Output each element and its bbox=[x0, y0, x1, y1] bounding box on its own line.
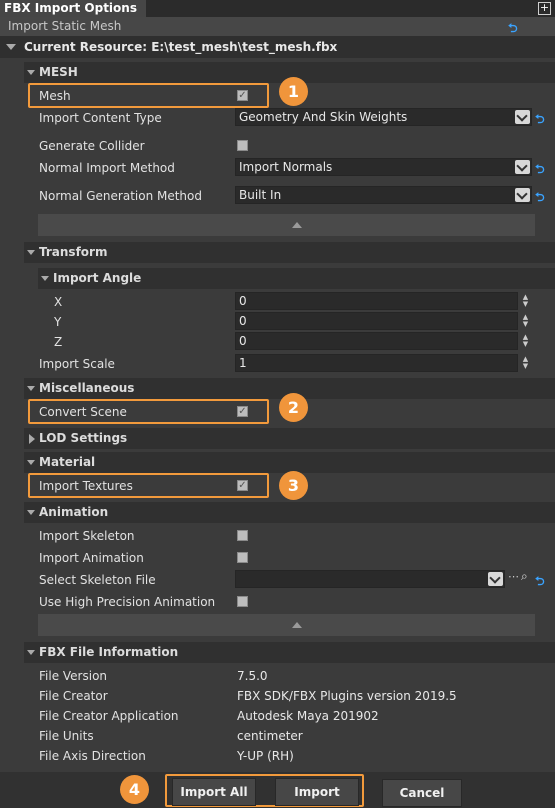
collapse-triangle-icon bbox=[6, 44, 16, 50]
section-mesh-label: MESH bbox=[39, 65, 78, 79]
chevron-down-icon bbox=[515, 188, 530, 202]
reset-arrow-icon[interactable]: ⮌ bbox=[535, 572, 545, 593]
z-spinner-icon[interactable]: ▲ ▼ bbox=[521, 334, 530, 348]
section-animation-label: Animation bbox=[39, 505, 109, 519]
file-axis-direction-label: File Axis Direction bbox=[39, 749, 146, 763]
normal-import-method-value: Import Normals bbox=[239, 160, 333, 174]
import-skeleton-checkbox[interactable] bbox=[237, 530, 248, 541]
file-units-value: centimeter bbox=[237, 729, 303, 743]
import-scale-label: Import Scale bbox=[39, 357, 115, 371]
import-scale-spinner-icon[interactable]: ▲ ▼ bbox=[521, 356, 530, 370]
chevron-down-icon bbox=[515, 110, 530, 124]
normal-import-method-dropdown[interactable]: Import Normals bbox=[235, 158, 532, 176]
section-fbx-file-information[interactable]: FBX File Information bbox=[24, 642, 555, 663]
generate-collider-checkbox[interactable] bbox=[237, 140, 248, 151]
pin-icon[interactable]: + bbox=[538, 2, 551, 15]
normal-generation-method-value: Built In bbox=[239, 188, 282, 202]
mesh-checkbox[interactable] bbox=[237, 90, 248, 101]
y-label: Y bbox=[54, 315, 62, 329]
x-label: X bbox=[54, 295, 63, 309]
subtitle: Import Static Mesh bbox=[0, 17, 555, 36]
left-gutter bbox=[0, 58, 24, 772]
section-transform[interactable]: Transform bbox=[24, 242, 555, 263]
collapse-triangle-icon bbox=[27, 510, 35, 515]
y-spinner-icon[interactable]: ▲ ▼ bbox=[521, 314, 530, 328]
section-material[interactable]: Material bbox=[24, 452, 555, 473]
generate-collider-label: Generate Collider bbox=[39, 139, 145, 153]
normal-import-method-label: Normal Import Method bbox=[39, 161, 175, 175]
collapse-triangle-icon bbox=[27, 650, 35, 655]
select-skeleton-file-label: Select Skeleton File bbox=[39, 573, 156, 587]
convert-scene-checkbox[interactable] bbox=[237, 406, 248, 417]
import-content-type-dropdown[interactable]: Geometry And Skin Weights bbox=[235, 108, 532, 126]
import-skeleton-label: Import Skeleton bbox=[39, 529, 135, 543]
section-fbx-info-label: FBX File Information bbox=[39, 645, 179, 659]
import-textures-checkbox[interactable] bbox=[237, 480, 248, 491]
z-input[interactable]: 0 bbox=[235, 332, 518, 350]
cancel-button[interactable]: Cancel bbox=[382, 779, 462, 807]
badge-2: 2 bbox=[279, 393, 308, 422]
file-version-value: 7.5.0 bbox=[237, 669, 268, 683]
current-resource-label: Current Resource: E:\test_mesh\test_mesh… bbox=[24, 40, 338, 54]
section-transform-label: Transform bbox=[39, 245, 108, 259]
collapse-triangle-icon bbox=[27, 386, 35, 391]
badge-3: 3 bbox=[279, 471, 308, 500]
import-animation-checkbox[interactable] bbox=[237, 552, 248, 563]
section-animation[interactable]: Animation bbox=[24, 502, 555, 523]
z-label: Z bbox=[54, 335, 63, 349]
select-skeleton-file-dropdown[interactable] bbox=[235, 570, 505, 588]
window-title-tab[interactable]: FBX Import Options bbox=[0, 0, 146, 17]
high-precision-animation-label: Use High Precision Animation bbox=[39, 595, 216, 609]
collapse-triangle-icon bbox=[27, 460, 35, 465]
chevron-down-icon bbox=[488, 572, 503, 586]
file-version-label: File Version bbox=[39, 669, 108, 683]
badge-4: 4 bbox=[120, 775, 149, 804]
file-creator-label: File Creator bbox=[39, 689, 108, 703]
x-input[interactable]: 0 bbox=[235, 292, 518, 310]
file-creator-application-label: File Creator Application bbox=[39, 709, 179, 723]
mesh-collapse-bar[interactable] bbox=[38, 214, 535, 236]
collapse-triangle-icon bbox=[41, 276, 49, 281]
import-all-button[interactable]: Import All bbox=[172, 778, 256, 806]
section-lod-label: LOD Settings bbox=[39, 431, 128, 445]
import-button[interactable]: Import bbox=[275, 778, 359, 806]
mesh-label: Mesh bbox=[39, 89, 71, 103]
x-spinner-icon[interactable]: ▲ ▼ bbox=[521, 294, 530, 308]
y-input[interactable]: 0 bbox=[235, 312, 518, 330]
section-import-angle-label: Import Angle bbox=[53, 271, 142, 285]
section-lod-settings[interactable]: LOD Settings bbox=[24, 428, 555, 449]
badge-1: 1 bbox=[279, 77, 308, 106]
import-scale-input[interactable]: 1 bbox=[235, 354, 518, 372]
chevron-down-icon bbox=[515, 160, 530, 174]
collapse-triangle-icon bbox=[27, 250, 35, 255]
expand-triangle-icon bbox=[29, 434, 35, 444]
ellipsis-icon[interactable]: ⋯ bbox=[508, 570, 519, 583]
file-creator-application-value: Autodesk Maya 201902 bbox=[237, 709, 379, 723]
search-icon[interactable]: ⌕ bbox=[521, 569, 528, 584]
section-material-label: Material bbox=[39, 455, 96, 469]
normal-generation-method-dropdown[interactable]: Built In bbox=[235, 186, 532, 204]
animation-collapse-bar[interactable] bbox=[38, 614, 535, 636]
section-misc-label: Miscellaneous bbox=[39, 381, 135, 395]
section-import-angle[interactable]: Import Angle bbox=[38, 268, 555, 289]
reset-arrow-icon[interactable]: ⮌ bbox=[535, 160, 545, 181]
import-textures-label: Import Textures bbox=[39, 479, 133, 493]
current-resource-header[interactable]: Current Resource: E:\test_mesh\test_mesh… bbox=[0, 36, 555, 58]
collapse-triangle-icon bbox=[27, 70, 35, 75]
reset-arrow-icon[interactable]: ⮌ bbox=[535, 188, 545, 209]
reset-arrow-icon[interactable]: ⮌ bbox=[535, 110, 545, 131]
file-units-label: File Units bbox=[39, 729, 94, 743]
convert-scene-label: Convert Scene bbox=[39, 405, 127, 419]
high-precision-animation-checkbox[interactable] bbox=[237, 596, 248, 607]
normal-generation-method-label: Normal Generation Method bbox=[39, 189, 202, 203]
import-content-type-value: Geometry And Skin Weights bbox=[239, 110, 408, 124]
file-creator-value: FBX SDK/FBX Plugins version 2019.5 bbox=[237, 689, 457, 703]
import-animation-label: Import Animation bbox=[39, 551, 144, 565]
file-axis-direction-value: Y-UP (RH) bbox=[237, 749, 294, 763]
import-content-type-label: Import Content Type bbox=[39, 111, 162, 125]
